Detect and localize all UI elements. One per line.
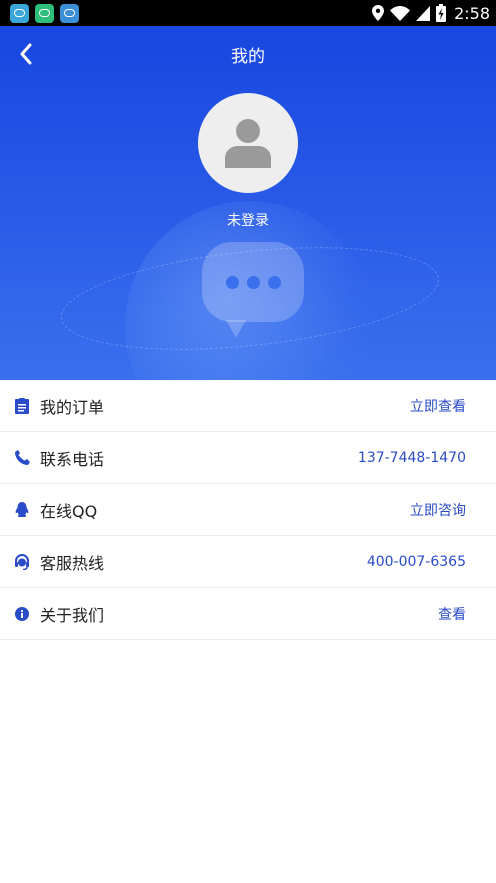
- menu-item-about[interactable]: 关于我们 查看: [0, 588, 496, 640]
- profile-header: 我的 未登录: [0, 26, 496, 380]
- menu-item-label: 在线QQ: [40, 501, 98, 521]
- menu-item-qq[interactable]: 在线QQ 立即咨询: [0, 484, 496, 536]
- app-notification-icon: [35, 3, 54, 23]
- phone-icon: [14, 450, 30, 466]
- menu-item-hotline[interactable]: 客服热线 400-007-6365: [0, 536, 496, 588]
- system-icons: 2:58: [372, 4, 490, 23]
- menu-list: 我的订单 立即查看 联系电话 137-7448-1470 在线QQ 立即咨询 客…: [0, 380, 496, 640]
- qq-penguin-icon: [14, 501, 30, 518]
- menu-item-action[interactable]: 查看: [438, 604, 466, 624]
- menu-item-label: 客服热线: [40, 553, 105, 573]
- login-status[interactable]: 未登录: [0, 210, 496, 230]
- location-pin-icon: [372, 5, 385, 21]
- info-icon: [14, 606, 30, 622]
- menu-item-action[interactable]: 立即查看: [410, 396, 466, 416]
- menu-item-label: 关于我们: [40, 605, 105, 625]
- notification-icons: [10, 3, 79, 23]
- battery-charging-icon: [436, 4, 447, 22]
- app-notification-icon: [60, 3, 79, 23]
- page-title: 我的: [231, 47, 265, 67]
- menu-item-phone[interactable]: 联系电话 137-7448-1470: [0, 432, 496, 484]
- clipboard-icon: [14, 397, 30, 414]
- avatar[interactable]: [198, 93, 298, 193]
- phone-number[interactable]: 137-7448-1470: [358, 450, 466, 466]
- chat-bubble-icon: [202, 242, 304, 338]
- app-notification-icon: [10, 3, 29, 23]
- clock: 2:58: [454, 3, 490, 23]
- hotline-number[interactable]: 400-007-6365: [367, 554, 466, 570]
- menu-item-action[interactable]: 立即咨询: [410, 500, 466, 520]
- menu-item-label: 联系电话: [40, 449, 105, 469]
- menu-item-orders[interactable]: 我的订单 立即查看: [0, 380, 496, 432]
- user-silhouette-icon: [225, 119, 271, 168]
- headset-icon: [14, 553, 30, 570]
- status-bar: 2:58: [0, 0, 496, 26]
- wifi-icon: [390, 5, 411, 21]
- cell-signal-icon: [416, 5, 431, 21]
- menu-item-label: 我的订单: [40, 397, 105, 417]
